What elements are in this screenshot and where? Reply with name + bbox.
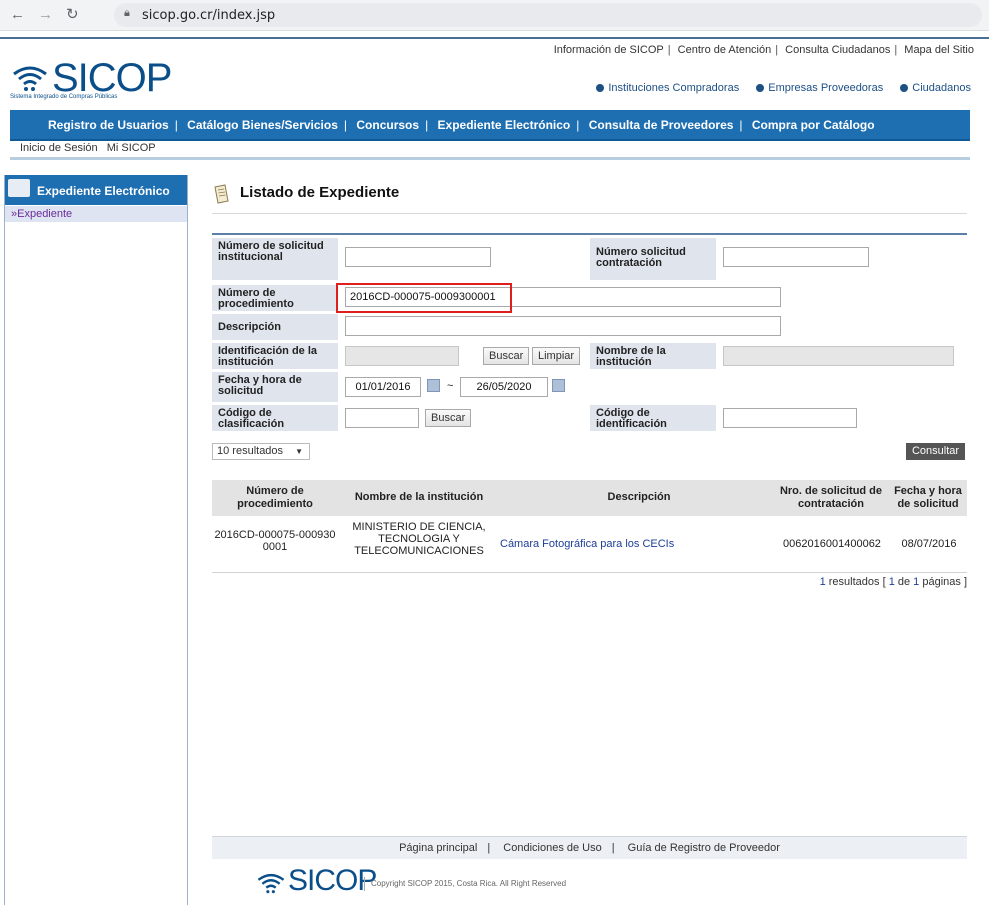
descripcion-link[interactable]: Cámara Fotográfica para los CECIs [500, 538, 674, 550]
results-table: Número de procedimiento Nombre de la ins… [212, 480, 967, 573]
form-row: Número de solicitud institucional Número… [212, 235, 967, 284]
buscar-clasificacion-button[interactable]: Buscar [425, 409, 472, 427]
role-instituciones[interactable]: Instituciones Compradoras [596, 82, 739, 94]
divider [10, 157, 970, 160]
nav-expediente[interactable]: Expediente Electrónico [438, 118, 571, 132]
wifi-logo-icon [257, 873, 285, 894]
cell-procedimiento: 2016CD-000075-0009300001 [214, 529, 336, 553]
url-text: sicop.go.cr/index.jsp [142, 8, 276, 23]
table-row[interactable]: 2016CD-000075-0009300001 MINISTERIO DE C… [212, 516, 967, 573]
date-range-separator: ~ [447, 380, 454, 392]
logo-tagline: Sistema Integrado de Compras Públicas [10, 94, 118, 100]
role-ciudadanos[interactable]: Ciudadanos [900, 82, 971, 94]
col-header-institucion: Nombre de la institución [354, 491, 484, 503]
num-solicitud-institucional-input[interactable] [345, 247, 491, 267]
sicop-logo[interactable]: SICOP Sistema Integrado de Compras Públi… [8, 56, 188, 102]
num-solicitud-contratacion-input[interactable] [723, 247, 869, 267]
identificacion-label: Identificación de la institución [212, 343, 338, 369]
subnav-mi-sicop[interactable]: Mi SICOP [107, 142, 156, 154]
top-link-mapa-sitio[interactable]: Mapa del Sitio [904, 44, 974, 56]
top-link-informacion[interactable]: Información de SICOP [554, 44, 664, 56]
identificacion-input[interactable] [345, 346, 459, 366]
calendar-icon[interactable] [427, 379, 440, 392]
chevron-down-icon: ▼ [295, 447, 303, 456]
role-links: Instituciones Compradoras Empresas Prove… [582, 82, 971, 94]
bullet-icon [596, 84, 605, 92]
num-procedimiento-label: Número de procedimiento [212, 285, 338, 311]
browser-toolbar: ← → ↻ 🔒︎ sicop.go.cr/index.jsp [0, 0, 989, 31]
num-solicitud-contratacion-label: Número solicitud contratación [590, 238, 716, 280]
nav-catalogo[interactable]: Catálogo Bienes/Servicios [187, 118, 338, 132]
form-row: Código de clasificación Buscar Código de… [212, 404, 967, 433]
top-link-consulta-ciudadanos[interactable]: Consulta Ciudadanos [785, 44, 890, 56]
footer-sicop-logo: SICOP [256, 864, 377, 898]
buscar-institucion-button[interactable]: Buscar [483, 347, 530, 365]
form-row: Fecha y hora de solicitud 01/01/2016 ~ 2… [212, 371, 967, 404]
footer-link-pagina-principal[interactable]: Página principal [399, 842, 477, 854]
col-header-fecha: Fecha y hora de solicitud [894, 485, 962, 510]
sidebar-title: Expediente Electrónico [37, 184, 170, 198]
copyright-text: Copyright SICOP 2015, Costa Rica. All Ri… [364, 877, 566, 891]
nav-consulta-proveedores[interactable]: Consulta de Proveedores [589, 118, 734, 132]
back-arrow-icon[interactable]: ← [10, 6, 25, 24]
limpiar-button[interactable]: Limpiar [532, 347, 581, 365]
footer-link-condiciones[interactable]: Condiciones de Uso [503, 842, 601, 854]
wifi-logo-icon [13, 66, 47, 91]
codigo-clasificacion-label: Código de clasificación [212, 405, 338, 431]
cell-nro-solicitud: 0062016001400062 [783, 538, 881, 550]
address-bar[interactable]: 🔒︎ sicop.go.cr/index.jsp [114, 3, 982, 27]
sidebar-item-expediente[interactable]: »Expediente [5, 206, 187, 222]
document-icon [214, 184, 229, 204]
left-sidebar: Expediente Electrónico »Expediente [4, 175, 188, 905]
num-solicitud-institucional-label: Número de solicitud institucional [212, 238, 338, 280]
col-header-procedimiento: Número de procedimiento [237, 485, 313, 510]
main-nav: Registro de Usuarios | Catálogo Bienes/Se… [10, 110, 970, 141]
col-header-nro-solicitud: Nro. de solicitud de contratación [779, 485, 883, 510]
nombre-institucion-input[interactable] [723, 346, 954, 366]
bullet-icon [756, 84, 765, 92]
fecha-solicitud-label: Fecha y hora de solicitud [212, 372, 338, 402]
form-row: Número de procedimiento 2016CD-000075-00… [212, 283, 967, 313]
codigo-identificacion-input[interactable] [723, 408, 857, 428]
lock-icon: 🔒︎ [124, 7, 130, 19]
forward-arrow-icon[interactable]: → [38, 6, 53, 24]
subnav-inicio-sesion[interactable]: Inicio de Sesión [20, 142, 98, 154]
consultar-button[interactable]: Consultar [906, 443, 965, 460]
role-empresas[interactable]: Empresas Proveedoras [756, 82, 883, 94]
codigo-clasificacion-input[interactable] [345, 408, 419, 428]
form-row: Identificación de la institución Buscar … [212, 342, 967, 371]
descripcion-input[interactable] [345, 316, 781, 336]
col-header-descripcion: Descripción [607, 491, 671, 503]
footer: Página principal | Condiciones de Uso | Gu… [212, 836, 967, 859]
top-link-centro-atencion[interactable]: Centro de Atención [678, 44, 772, 56]
sub-nav: Inicio de Sesión Mi SICOP [20, 142, 162, 154]
cell-descripcion: Cámara Fotográfica para los CECIs [500, 538, 692, 550]
title-divider [212, 213, 967, 214]
nombre-institucion-label: Nombre de la institución [590, 343, 716, 369]
bullet-icon [900, 84, 909, 92]
form-row: Descripción [212, 313, 967, 342]
pagination-info: 1 resultados [ 1 de 1 páginas ] [819, 576, 967, 588]
descripcion-label: Descripción [212, 314, 338, 340]
top-links: Información de SICOP | Centro de Atención… [553, 44, 974, 56]
cell-institucion: MINISTERIO DE CIENCIA, TECNOLOGIA Y TELE… [352, 521, 486, 557]
reload-icon[interactable]: ↻ [66, 6, 79, 24]
search-form: Número de solicitud institucional Número… [212, 233, 967, 433]
codigo-identificacion-label: Código de identificación [590, 405, 716, 431]
fecha-hasta-input[interactable]: 26/05/2020 [460, 377, 548, 397]
cell-fecha: 08/07/2016 [901, 538, 957, 550]
highlight-box [336, 283, 512, 313]
nav-compra-catalogo[interactable]: Compra por Catálogo [752, 118, 875, 132]
results-per-page-select[interactable]: 10 resultados ▼ [212, 443, 310, 460]
calendar-icon[interactable] [552, 379, 565, 392]
page-title: Listado de Expediente [214, 184, 399, 204]
fecha-desde-input[interactable]: 01/01/2016 [345, 377, 421, 397]
nav-registro-usuarios[interactable]: Registro de Usuarios [48, 118, 169, 132]
header-top-line [0, 37, 989, 39]
folder-icon [8, 179, 30, 197]
nav-concursos[interactable]: Concursos [356, 118, 419, 132]
sidebar-header: Expediente Electrónico [5, 175, 187, 205]
table-header: Número de procedimiento Nombre de la ins… [212, 480, 967, 516]
footer-link-guia[interactable]: Guía de Registro de Proveedor [628, 842, 780, 854]
